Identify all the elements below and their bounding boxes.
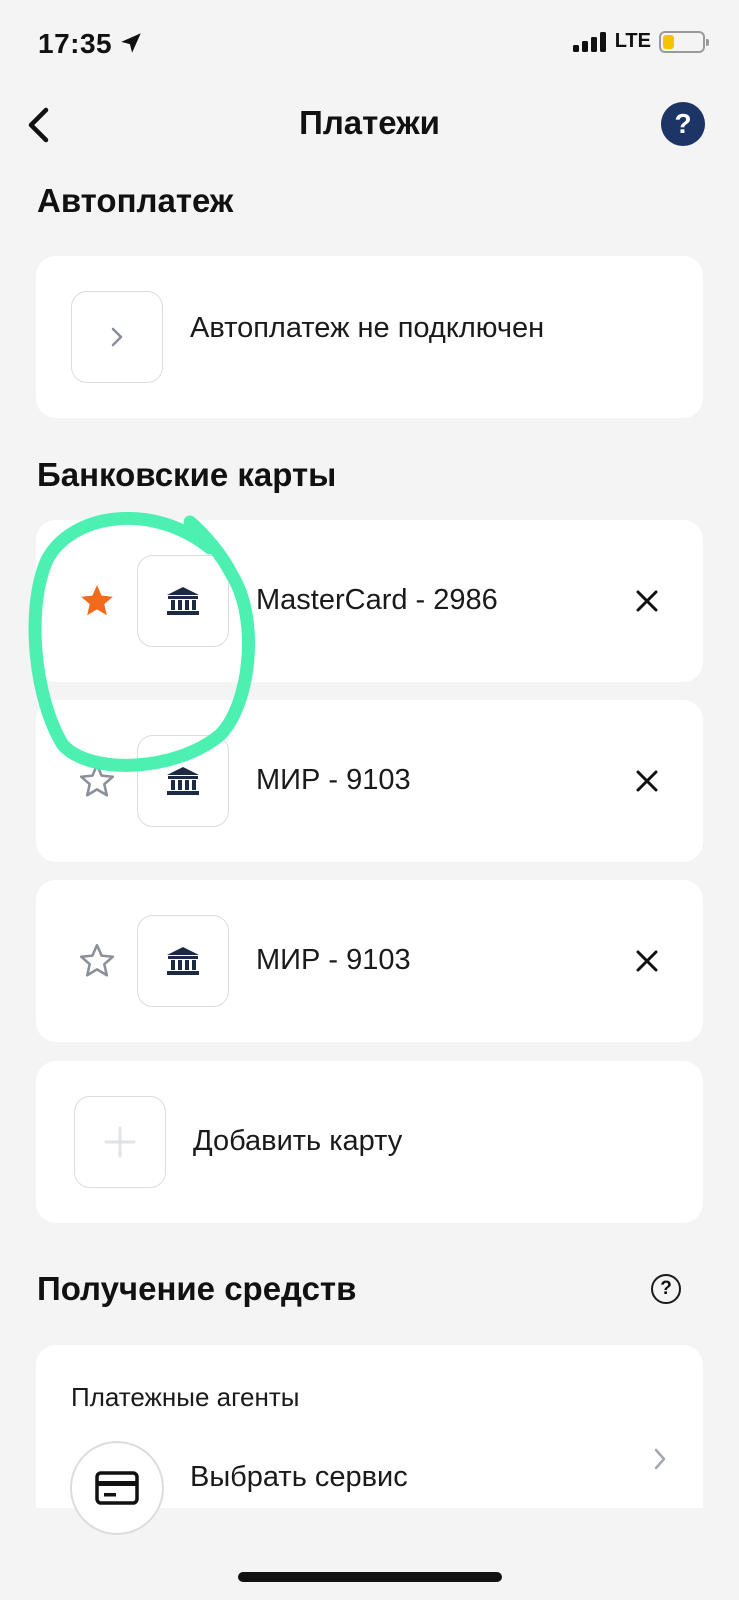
receive-funds-help-button[interactable]: ?: [651, 1274, 681, 1304]
bank-cards-section-title: Банковские карты: [37, 456, 337, 493]
close-icon[interactable]: [629, 583, 665, 619]
bank-card-row[interactable]: MasterCard - 2986: [36, 520, 703, 682]
payment-agents-title: Платежные агенты: [71, 1382, 300, 1412]
select-service-label[interactable]: Выбрать сервис: [190, 1461, 408, 1494]
bank-card-row[interactable]: МИР - 9103: [36, 880, 703, 1042]
close-icon[interactable]: [629, 763, 665, 799]
chevron-right-icon: [111, 327, 123, 347]
add-card-label: Добавить карту: [193, 1125, 403, 1157]
bank-icon-box: [137, 915, 229, 1007]
autopay-icon-box: [71, 291, 163, 383]
bank-card-label: MasterCard - 2986: [256, 584, 498, 616]
add-card-button[interactable]: Добавить карту: [36, 1061, 703, 1223]
payment-agents-card: Платежные агенты Выбрать сервис: [36, 1345, 703, 1535]
bank-card-label: МИР - 9103: [256, 944, 411, 976]
status-time: 17:35: [38, 28, 113, 59]
network-type: LTE: [614, 30, 651, 52]
bank-card-label: МИР - 9103: [256, 764, 411, 796]
star-filled-icon[interactable]: [78, 582, 116, 620]
battery-level: [663, 34, 674, 49]
status-indicators: LTE: [572, 30, 709, 53]
help-button[interactable]: ?: [661, 102, 705, 146]
close-icon[interactable]: [629, 943, 665, 979]
credit-card-icon: [95, 1471, 139, 1505]
battery-icon: [659, 30, 709, 53]
autopay-card[interactable]: Автоплатеж не подключен: [36, 256, 703, 418]
plus-icon: [104, 1126, 136, 1158]
bank-icon: [167, 947, 199, 975]
bank-icon: [167, 767, 199, 795]
signal-icon: [572, 31, 606, 52]
bank-icon-box: [137, 735, 229, 827]
chevron-right-icon[interactable]: [649, 1445, 671, 1473]
status-bar: 17:35 LTE: [0, 0, 739, 92]
receive-funds-section-title: Получение средств: [37, 1270, 357, 1307]
add-icon-box: [74, 1096, 166, 1188]
location-arrow-icon: [121, 33, 141, 53]
home-indicator: [238, 1572, 502, 1582]
bank-card-row[interactable]: МИР - 9103: [36, 700, 703, 862]
bank-icon: [167, 587, 199, 615]
nav-bar: Платежи ?: [0, 92, 739, 162]
autopay-section-title: Автоплатеж: [37, 182, 234, 219]
star-outline-icon[interactable]: [78, 762, 116, 800]
autopay-status: Автоплатеж не подключен: [190, 312, 545, 344]
credit-card-icon-box: [70, 1441, 164, 1535]
page-title: Платежи: [299, 104, 440, 141]
bank-icon-box: [137, 555, 229, 647]
star-outline-icon[interactable]: [78, 942, 116, 980]
